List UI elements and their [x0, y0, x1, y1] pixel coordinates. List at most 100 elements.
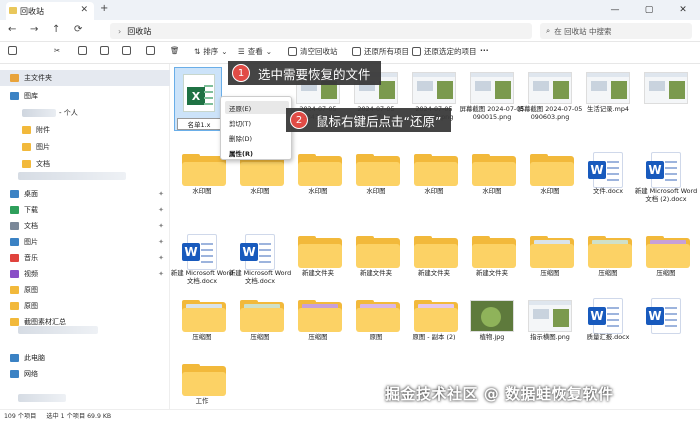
- search-input[interactable]: ⌕ 在 回收站 中搜索: [540, 23, 692, 39]
- image-file-item[interactable]: [638, 68, 694, 128]
- sidebar-item[interactable]: 桌面 ✦: [0, 186, 170, 202]
- folder-icon: [182, 300, 226, 332]
- empty-recycle-bin-button[interactable]: 清空回收站: [288, 46, 338, 57]
- sidebar-item[interactable]: 原图: [0, 282, 170, 298]
- sidebar-item[interactable]: 文档 ✦: [0, 218, 170, 234]
- folder-item[interactable]: 原图: [348, 296, 404, 356]
- title-bar: 回收站 ✕ + — ▢ ✕: [0, 0, 700, 20]
- view-label: 查看: [247, 47, 263, 56]
- folder-icon: [414, 236, 458, 268]
- folder-item[interactable]: 压缩图: [522, 232, 578, 292]
- folder-item[interactable]: 水印图: [290, 150, 346, 210]
- tab-recycle-bin[interactable]: 回收站 ✕: [6, 2, 94, 20]
- sidebar-item-label: 文档: [36, 160, 50, 168]
- sidebar-item-label: - 个人: [59, 109, 78, 117]
- sidebar-item[interactable]: 音乐 ✦: [0, 250, 170, 266]
- maximize-icon[interactable]: ▢: [632, 5, 666, 15]
- folder-icon: [22, 126, 31, 134]
- redacted-item: [18, 172, 126, 180]
- restore-selected-button[interactable]: 还原选定的项目: [412, 46, 477, 57]
- minimize-icon[interactable]: —: [598, 5, 632, 15]
- forward-icon[interactable]: →: [30, 24, 38, 35]
- folder-item[interactable]: 压缩图: [232, 296, 288, 356]
- word-file-item[interactable]: W 新建 Microsoft Word 文档.docx: [171, 232, 233, 292]
- menu-item-properties[interactable]: 属性(R): [225, 146, 289, 159]
- word-file-item[interactable]: W 文件.docx: [580, 150, 636, 210]
- folder-item[interactable]: 新建文件夹: [406, 232, 462, 292]
- close-window-icon[interactable]: ✕: [666, 5, 700, 15]
- image-file-item[interactable]: 植物.jpg: [464, 296, 520, 356]
- more-options-icon[interactable]: ···: [480, 46, 489, 55]
- sidebar-item[interactable]: 主文件夹: [0, 70, 170, 86]
- share-icon[interactable]: [146, 46, 155, 55]
- sidebar-item-label: 此电脑: [24, 354, 45, 362]
- sort-button[interactable]: ⇅ 排序 ⌄: [194, 46, 228, 57]
- image-file-item[interactable]: 屏幕截图 2024-07-05 090015.png: [460, 68, 524, 128]
- folder-item[interactable]: 水印图: [522, 150, 578, 210]
- paste-icon[interactable]: [100, 46, 109, 55]
- word-file-item[interactable]: W 新建 Microsoft Word 文档 (2).docx: [635, 150, 697, 210]
- folder-icon: [10, 206, 19, 214]
- new-icon: [8, 46, 17, 55]
- folder-item[interactable]: 水印图: [348, 150, 404, 210]
- back-icon[interactable]: ←: [8, 24, 16, 35]
- sidebar-item[interactable]: 下载 ✦: [0, 202, 170, 218]
- address-field[interactable]: › 回收站: [110, 23, 532, 39]
- folder-item[interactable]: 水印图: [406, 150, 462, 210]
- word-file-item[interactable]: W 新建 Microsoft Word 文档.docx: [229, 232, 291, 292]
- rename-icon[interactable]: [122, 46, 131, 55]
- excel-file-icon: X: [183, 74, 215, 112]
- sidebar-item[interactable]: 网络: [0, 366, 170, 382]
- image-file-item[interactable]: 屏幕截图 2024-07-05 090603.png: [518, 68, 582, 128]
- folder-item[interactable]: 压缩图: [638, 232, 694, 292]
- menu-item-delete[interactable]: 删除(D): [225, 131, 289, 144]
- folder-icon: [10, 254, 19, 262]
- callout-text: 选中需要恢复的文件: [258, 66, 371, 82]
- sidebar-item[interactable]: 视频 ✦: [0, 266, 170, 282]
- file-name-rename-box[interactable]: 名单1.x: [177, 118, 221, 130]
- close-tab-icon[interactable]: ✕: [80, 5, 88, 15]
- sidebar-item[interactable]: 文档: [0, 156, 170, 172]
- sidebar-item[interactable]: 原图: [0, 298, 170, 314]
- view-button[interactable]: ☰ 查看 ⌄: [238, 46, 272, 57]
- folder-icon: [10, 302, 19, 310]
- chevron-right-icon: ›: [118, 26, 122, 36]
- menu-item-restore[interactable]: 还原(E): [225, 101, 289, 114]
- menu-item-cut[interactable]: 剪切(T): [225, 116, 289, 129]
- folder-item[interactable]: 压缩图: [580, 232, 636, 292]
- image-file-item[interactable]: 指示横图.png: [522, 296, 578, 356]
- sidebar-item[interactable]: 附件: [0, 122, 170, 138]
- sidebar-item[interactable]: 图片: [0, 139, 170, 155]
- new-tab-button[interactable]: +: [100, 3, 108, 14]
- pin-icon: ✦: [158, 270, 164, 278]
- folder-icon: [10, 370, 19, 378]
- sidebar-item[interactable]: 图库: [0, 88, 170, 104]
- restore-all-button[interactable]: 还原所有项目: [352, 46, 409, 57]
- sidebar-item[interactable]: - 个人: [0, 105, 170, 121]
- folder-item[interactable]: 水印图: [464, 150, 520, 210]
- image-thumbnail-icon: [586, 72, 630, 104]
- folder-icon: [10, 92, 19, 100]
- folder-item[interactable]: 新建文件夹: [464, 232, 520, 292]
- sidebar-item[interactable]: 此电脑: [0, 350, 170, 366]
- recycle-bin-icon: [9, 7, 17, 14]
- folder-item[interactable]: 新建文件夹: [348, 232, 404, 292]
- folder-item[interactable]: 压缩图: [290, 296, 346, 356]
- word-file-item[interactable]: W 质量汇报.docx: [580, 296, 636, 356]
- copy-icon[interactable]: [78, 46, 87, 55]
- refresh-icon[interactable]: ⟳: [74, 24, 82, 35]
- word-file-icon: W: [588, 298, 623, 334]
- sidebar-item-label: 下载: [24, 206, 38, 214]
- folder-item[interactable]: 新建文件夹: [290, 232, 346, 292]
- new-button[interactable]: [8, 46, 17, 55]
- word-file-item[interactable]: W: [638, 296, 694, 356]
- delete-icon[interactable]: 🗑: [170, 46, 180, 55]
- up-icon[interactable]: ↑: [52, 24, 60, 35]
- sidebar-item[interactable]: 图片 ✦: [0, 234, 170, 250]
- folder-item[interactable]: 原图 - 副本 (2): [406, 296, 462, 356]
- image-file-item[interactable]: 生活记录.mp4: [580, 68, 636, 128]
- folder-item[interactable]: 压缩图: [174, 296, 230, 356]
- cut-icon[interactable]: ✂: [54, 46, 60, 55]
- folder-icon: [298, 236, 342, 268]
- selected-excel-file[interactable]: X 名单1.x: [174, 67, 222, 131]
